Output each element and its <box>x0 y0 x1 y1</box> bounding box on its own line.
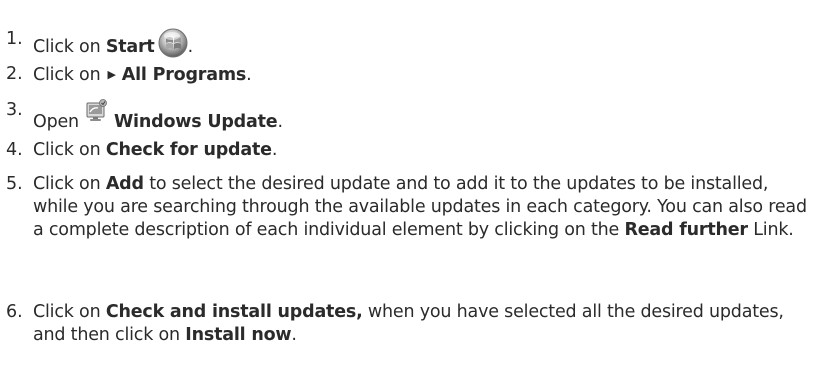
step-text-bold: Check for update <box>105 140 272 160</box>
step-text-plain: Open <box>33 112 79 132</box>
triangle-right-icon: ▶ <box>107 68 116 81</box>
step-text-bold: Windows Update <box>113 112 278 132</box>
step-text-plain: . <box>271 140 278 160</box>
step-text-plain: . <box>246 65 252 85</box>
step-text-plain: Click on <box>33 174 106 194</box>
windows-start-orb-icon <box>158 28 188 58</box>
step-number: 1. <box>6 29 23 49</box>
step-text: Open Windows Update. <box>33 99 818 134</box>
step-text-bold: Install now <box>185 325 292 345</box>
step-text-plain: Click on <box>33 65 101 85</box>
step-text: Click on Add to select the desired updat… <box>33 173 818 242</box>
step-number: 4. <box>6 140 23 160</box>
step-text-bold: Add <box>105 174 144 194</box>
step-number: 5. <box>6 174 23 194</box>
step-text-bold: Check and install updates, <box>105 302 363 322</box>
step-text-plain: Click on <box>33 37 106 57</box>
step-text-bold: All Programs <box>121 65 247 85</box>
step-text: Click on Check for update. <box>33 139 818 162</box>
step-number: 2. <box>6 64 23 84</box>
step-text-plain: . <box>291 325 297 345</box>
step-text: Click on ▶ All Programs. <box>33 63 818 87</box>
step-text: Click on Check and install updates, when… <box>33 301 818 347</box>
step-text: Click on Start . <box>33 28 818 59</box>
step-text-plain: Click on <box>33 140 106 160</box>
step-text-plain: Link. <box>747 220 794 240</box>
windows-update-icon <box>84 99 110 129</box>
step-number: 3. <box>6 100 23 120</box>
step-number: 6. <box>6 302 23 322</box>
step-text-bold: Start <box>105 37 155 57</box>
step-text-plain: . <box>277 112 283 132</box>
step-text-plain: . <box>187 37 194 57</box>
step-text-bold: Read further <box>624 220 748 240</box>
step-text-plain: Click on <box>33 302 106 322</box>
